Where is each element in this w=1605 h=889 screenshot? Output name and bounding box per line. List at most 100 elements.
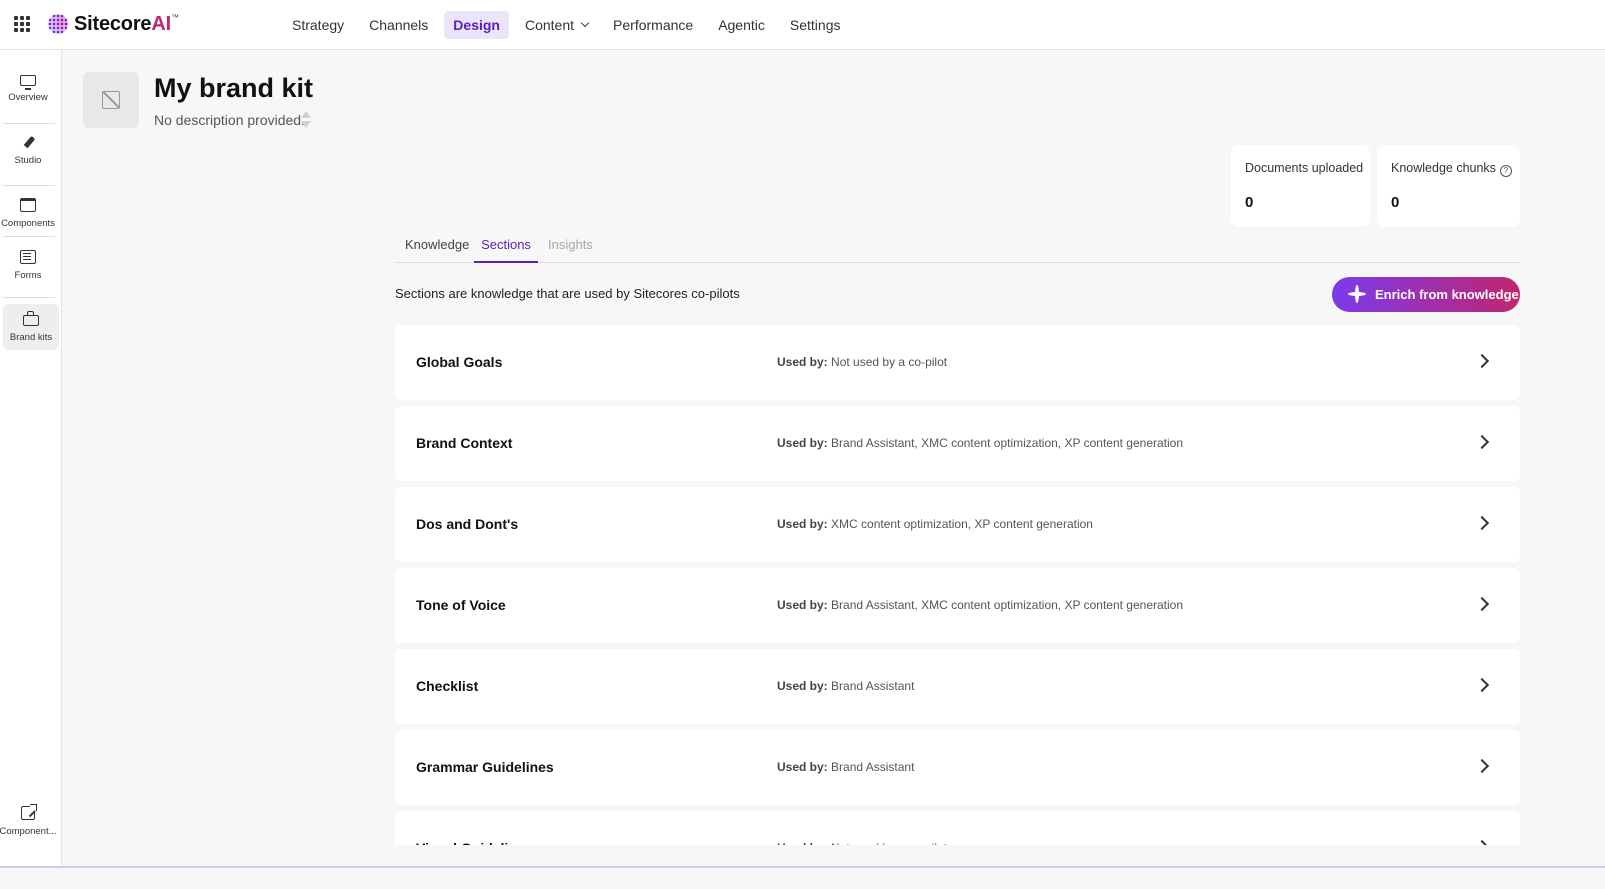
used-by-value: Brand Assistant [831, 679, 915, 693]
section-row[interactable]: Visual Guidelines Used by: Not used by a … [395, 811, 1520, 845]
chevron-right-icon [1474, 839, 1490, 845]
brand-kit-thumbnail[interactable] [83, 72, 139, 128]
rail-item-label: Overview [8, 92, 48, 103]
left-rail: Overview Studio Components Forms Brand kits C… [0, 50, 62, 868]
nav-item-label: Strategy [292, 17, 345, 33]
rail-item-label: Component... [0, 825, 57, 837]
rail-divider [3, 123, 55, 124]
section-row[interactable]: Checklist Used by: Brand Assistant [395, 649, 1520, 724]
stat-card-knowledge-chunks: Knowledge chunks? 0 [1377, 145, 1520, 227]
stat-label: Documents uploaded [1245, 161, 1364, 175]
chevron-down-icon [580, 18, 590, 28]
tab-bar: Knowledge Sections Insights [395, 233, 1520, 263]
nav-item-label: Channels [369, 17, 429, 33]
section-title: Dos and Dont's [416, 516, 519, 532]
section-title: Grammar Guidelines [416, 759, 554, 775]
rail-divider [3, 297, 55, 298]
section-title: Tone of Voice [416, 597, 506, 613]
nav-item-channels[interactable]: Channels [360, 11, 437, 39]
calendar-icon [20, 197, 36, 212]
app-logo-text[interactable]: SitecoreAI™ [74, 13, 179, 36]
rail-item-overview[interactable]: Overview [0, 66, 56, 112]
sections-description: Sections are knowledge that are used by … [395, 286, 740, 301]
nav-item-label: Design [453, 17, 500, 33]
used-by-value: XMC content optimization, XP content gen… [831, 517, 1093, 531]
section-row[interactable]: Dos and Dont's Used by: XMC content optim… [395, 487, 1520, 562]
rail-item-label: Brand kits [9, 331, 53, 343]
nav-item-label: Content [524, 17, 575, 33]
nav-item-performance[interactable]: Performance [604, 11, 702, 39]
nav-item-design[interactable]: Design [444, 11, 509, 39]
page-title: My brand kit [154, 73, 314, 103]
used-by-value: Not used by a co-pilot [831, 355, 948, 369]
expand-collapse-icon[interactable] [300, 109, 312, 131]
rail-item-forms[interactable]: Forms [0, 242, 56, 288]
tab-knowledge[interactable]: Knowledge [405, 233, 469, 263]
section-used-by: Used by: Brand Assistant, XMC content op… [777, 598, 1183, 612]
rail-item-components[interactable]: Components [0, 190, 56, 236]
rail-item-label: Components [1, 217, 55, 229]
chevron-right-icon [1474, 677, 1490, 693]
rail-item-label: Forms [14, 269, 42, 281]
rail-divider [3, 185, 55, 186]
used-by-value: Not used by a co-pilot [831, 841, 947, 845]
app-switcher-icon[interactable] [14, 16, 30, 32]
chevron-right-icon [1474, 596, 1490, 612]
section-row[interactable]: Global Goals Used by: Not used by a co-pi… [395, 325, 1520, 400]
section-used-by: Used by: Brand Assistant [777, 679, 914, 693]
used-by-value: Brand Assistant, XMC content optimizatio… [831, 436, 1184, 450]
section-title: Brand Context [416, 435, 513, 451]
section-used-by: Used by: Not used by a co-pilot [777, 841, 947, 845]
pen-icon [22, 137, 34, 149]
stat-value: 0 [1391, 194, 1400, 211]
nav-item-agentic[interactable]: Agentic [709, 11, 774, 39]
no-image-icon [102, 91, 120, 109]
sparkle-icon [1348, 285, 1366, 303]
used-by-label: Used by: [777, 355, 828, 369]
rail-divider [3, 236, 55, 237]
chevron-right-icon [1474, 515, 1490, 531]
section-row[interactable]: Tone of Voice Used by: Brand Assistant, X… [395, 568, 1520, 643]
section-used-by: Used by: Not used by a co-pilot [777, 355, 947, 369]
stat-label: Knowledge chunks? [1391, 161, 1512, 177]
rail-item-brand-kits[interactable]: Brand kits [3, 304, 59, 350]
rail-item-label: Studio [14, 154, 42, 166]
section-row[interactable]: Grammar Guidelines Used by: Brand Assista… [395, 730, 1520, 805]
section-title: Visual Guidelines [416, 840, 532, 845]
nav-item-label: Performance [613, 17, 694, 33]
used-by-label: Used by: [777, 598, 828, 612]
enrich-from-knowledge-button[interactable]: Enrich from knowledge [1332, 277, 1520, 312]
nav-item-label: Settings [789, 17, 841, 33]
used-by-label: Used by: [777, 436, 828, 450]
tab-sections[interactable]: Sections [474, 233, 538, 263]
briefcase-icon [23, 310, 39, 326]
section-used-by: Used by: Brand Assistant, XMC content op… [777, 436, 1183, 450]
stat-card-documents: Documents uploaded 0 [1231, 145, 1370, 227]
sitecore-logo-icon [48, 14, 68, 34]
nav-item-settings[interactable]: Settings [781, 11, 850, 39]
stat-value: 0 [1245, 194, 1254, 211]
form-icon [20, 249, 36, 264]
used-by-label: Used by: [777, 679, 828, 693]
monitor-icon [20, 75, 36, 90]
tab-insights[interactable]: Insights [548, 233, 593, 263]
page-description: No description provided. [154, 112, 305, 128]
used-by-label: Used by: [777, 760, 828, 774]
help-icon[interactable]: ? [1499, 165, 1512, 177]
used-by-value: Brand Assistant [831, 760, 915, 774]
chevron-right-icon [1474, 434, 1490, 450]
nav-item-content[interactable]: Content [516, 11, 597, 39]
chevron-right-icon [1474, 758, 1490, 774]
sections-list: Global Goals Used by: Not used by a co-pi… [395, 325, 1520, 845]
section-title: Global Goals [416, 354, 503, 370]
rail-item-component[interactable]: Component... [0, 798, 57, 844]
used-by-label: Used by: [777, 841, 828, 845]
used-by-value: Brand Assistant, XMC content optimizatio… [831, 598, 1184, 612]
nav-item-strategy[interactable]: Strategy [283, 11, 353, 39]
chevron-right-icon [1474, 353, 1490, 369]
section-row[interactable]: Brand Context Used by: Brand Assistant, X… [395, 406, 1520, 481]
nav-item-label: Agentic [718, 17, 765, 33]
page-bottom-border [0, 866, 1605, 868]
section-title: Checklist [416, 678, 479, 694]
rail-item-studio[interactable]: Studio [0, 128, 56, 174]
